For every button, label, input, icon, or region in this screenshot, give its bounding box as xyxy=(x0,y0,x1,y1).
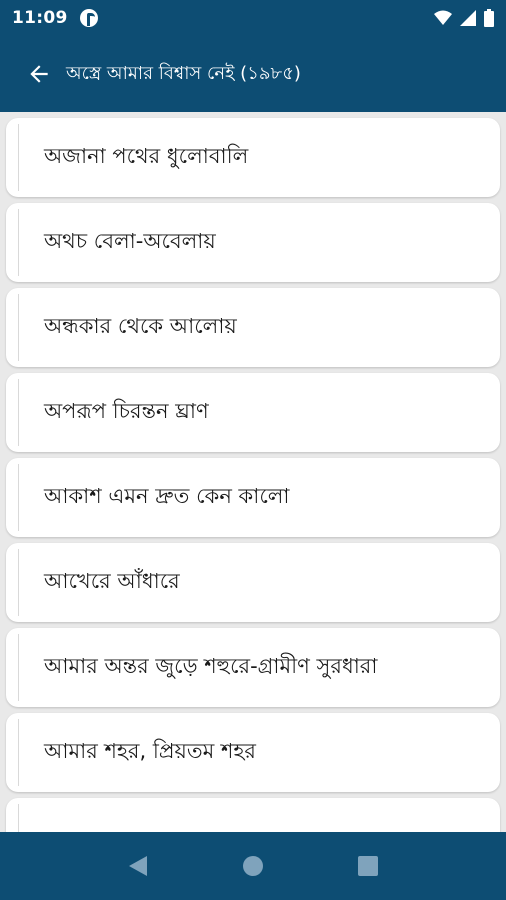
list-item-label: অপরূপ চিরন্তন ঘ্রাণ xyxy=(44,399,209,423)
list-item[interactable]: আকাশ এমন দ্রুত কেন কালো xyxy=(6,458,500,537)
arrow-left-icon xyxy=(30,65,48,83)
battery-icon xyxy=(484,9,494,27)
list-item[interactable]: অন্ধকার থেকে আলোয় xyxy=(6,288,500,367)
nav-home-button[interactable] xyxy=(233,846,273,886)
list-item-label: অজানা পথের ধুলোবালি xyxy=(44,144,249,168)
list-item[interactable]: আমার শহর, প্রিয়তম শহর xyxy=(6,713,500,792)
list-item[interactable]: অথচ বেলা-অবেলায় xyxy=(6,203,500,282)
pocket-p-icon xyxy=(79,9,98,27)
nav-back-button[interactable] xyxy=(118,846,158,886)
system-nav-bar xyxy=(0,832,506,900)
list-item[interactable]: অপরূপ চিরন্তন ঘ্রাণ xyxy=(6,373,500,452)
status-bar: 11:09 xyxy=(0,0,506,36)
list-item-label: আমার শহর, প্রিয়তম শহর xyxy=(44,739,256,763)
list-item[interactable] xyxy=(6,798,500,832)
back-button[interactable] xyxy=(24,59,54,89)
list-item-label: আমার অন্তর জুড়ে শহুরে-গ্রামীণ সুরধারা xyxy=(44,654,378,678)
list-item[interactable]: আখেরে আঁধারে xyxy=(6,543,500,622)
status-time: 11:09 xyxy=(12,8,68,28)
page-title: অস্ত্রে আমার বিশ্বাস নেই (১৯৮৫) xyxy=(66,62,301,84)
poem-list[interactable]: অজানা পথের ধুলোবালি অথচ বেলা-অবেলায় অন্… xyxy=(0,112,506,832)
list-item-label: আখেরে আঁধারে xyxy=(44,569,180,593)
signal-icon xyxy=(460,10,476,26)
list-item-label: আকাশ এমন দ্রুত কেন কালো xyxy=(44,484,290,508)
back-triangle-icon xyxy=(128,856,147,876)
recents-square-icon xyxy=(358,856,379,876)
app-bar: অস্ত্রে আমার বিশ্বাস নেই (১৯৮৫) xyxy=(0,36,506,112)
list-item-label: অন্ধকার থেকে আলোয় xyxy=(44,314,237,338)
status-icons xyxy=(434,9,494,27)
list-item[interactable]: অজানা পথের ধুলোবালি xyxy=(6,118,500,197)
wifi-icon xyxy=(434,10,452,25)
home-circle-icon xyxy=(242,856,263,876)
nav-recents-button[interactable] xyxy=(348,846,388,886)
list-item-label: অথচ বেলা-অবেলায় xyxy=(44,229,216,253)
list-item[interactable]: আমার অন্তর জুড়ে শহুরে-গ্রামীণ সুরধারা xyxy=(6,628,500,707)
